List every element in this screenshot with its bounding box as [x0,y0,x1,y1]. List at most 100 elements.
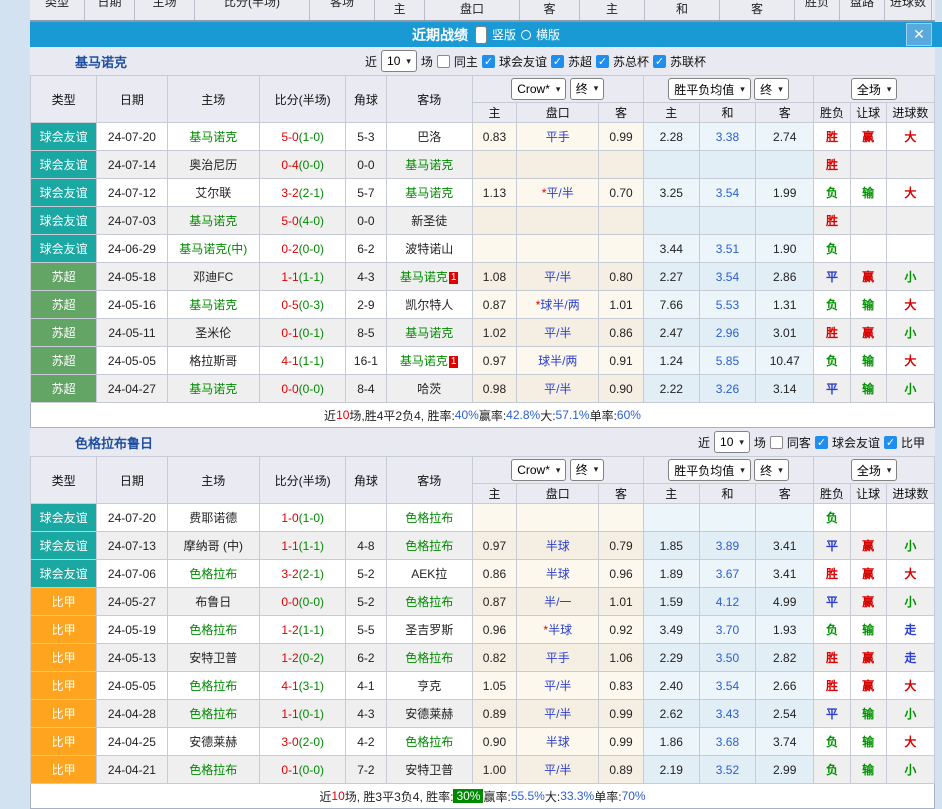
match-type-label: 比甲 [52,595,76,609]
result-value: 胜 [826,326,838,340]
wdl-final-select[interactable]: 终▾ [754,78,789,100]
column-header: 比分(半场) [259,457,345,504]
wdl-final-select[interactable]: 终▾ [754,459,789,481]
handicap-away-odds: 0.91 [609,354,632,368]
match-type-label: 球会友谊 [40,186,88,200]
half-time-score: (4-0) [299,214,324,228]
match-date-cell: 24-04-28 [97,700,167,728]
handicap-away-odds-cell: 0.89 [599,756,643,784]
win-odds-cell: 7.66 [643,291,699,319]
result-value: 胜 [826,130,838,144]
away-team-cell: 基马诺克1 [386,263,472,291]
subcolumn-header-label: 进球数 [892,487,928,501]
corners-cell: 5-7 [346,179,386,207]
corners-cell: 6-2 [346,235,386,263]
half-time-score: (1-1) [299,623,324,637]
match-date: 24-07-12 [108,186,156,200]
handicap-home-odds-cell [472,235,516,263]
win-odds: 2.27 [660,270,683,284]
summary-part: 场,胜4平2负4, 胜率: [349,407,454,424]
odds-final-select[interactable]: 终▾ [570,459,605,481]
subcolumn-header: 客 [756,484,814,504]
odds-company-select[interactable]: Crow*▾ [511,78,566,100]
same-venue-checkbox[interactable] [770,436,783,449]
home-team-name: 色格拉布 [189,567,237,581]
summary-part: 10 [336,408,349,422]
league-filter-label: 球会友谊 [499,53,547,70]
subcolumn-header: 盘口 [517,103,599,123]
horizontal-layout-label[interactable]: 横版 [536,26,560,43]
home-team-name: 基马诺克 [189,298,237,312]
draw-odds-cell: 3.43 [699,700,755,728]
league-filter-checkbox[interactable]: ✓ [884,436,897,449]
corners-value: 8-4 [357,382,374,396]
lose-odds: 3.01 [773,326,796,340]
scope-select[interactable]: 全场▾ [851,459,898,481]
handicap-line: 半球 [546,567,570,581]
close-button[interactable]: ✕ [906,23,932,46]
draw-odds-cell: 3.52 [699,756,755,784]
odds-final-select-value: 终 [576,461,588,478]
summary-part: 60% [617,408,641,422]
draw-odds: 5.53 [716,298,739,312]
red-card-badge: 1 [449,272,459,284]
handicap-line-cell: 半球 [517,532,599,560]
match-row: 球会友谊24-07-20费耶诺德1-0(1-0)色格拉布负 [31,504,935,532]
scope-select[interactable]: 全场▾ [851,78,898,100]
match-date: 24-07-14 [108,158,156,172]
bg-header-label: 类型 [45,0,69,10]
recent-count-select[interactable]: 10▾ [381,50,417,72]
away-team-name: 巴洛 [417,130,441,144]
win-odds: 2.62 [660,707,683,721]
handicap-home-odds: 1.08 [483,270,506,284]
lose-odds: 2.82 [773,651,796,665]
handicap-home-odds-cell: 0.87 [472,291,516,319]
league-filter-checkbox[interactable]: ✓ [596,55,609,68]
corners-value: 5-3 [357,130,374,144]
match-date: 24-07-13 [108,539,156,553]
vertical-layout-label[interactable]: 竖版 [492,26,516,43]
result-cell: 平 [814,588,850,616]
half-time-score: (1-1) [299,270,324,284]
handicap-result-cell: 赢 [850,319,886,347]
league-filter-label: 球会友谊 [832,434,880,451]
wdl-average-select[interactable]: 胜平负均值▾ [668,459,751,481]
handicap-result-cell: 赢 [850,123,886,151]
corners-value: 5-7 [357,186,374,200]
handicap-result-cell: 输 [850,375,886,403]
match-date-cell: 24-07-20 [97,504,167,532]
summary-part: 42.8% [506,408,540,422]
handicap-line: 平手 [546,651,570,665]
result-value: 负 [826,735,838,749]
same-venue-checkbox[interactable] [437,55,450,68]
score-cell: 1-2(1-1) [259,616,345,644]
match-date: 24-04-25 [108,735,156,749]
league-filter-checkbox[interactable]: ✓ [653,55,666,68]
scope-group: 全场▾ [814,457,935,484]
summary-part: 55.5% [511,789,545,803]
odds-final-select[interactable]: 终▾ [570,78,605,100]
lose-odds: 10.47 [770,354,800,368]
league-filter-checkbox[interactable]: ✓ [482,55,495,68]
bg-header-label: 盘路 [850,0,874,10]
recent-count-select[interactable]: 10▾ [714,431,750,453]
match-date-cell: 24-05-13 [97,644,167,672]
wdl-average-select[interactable]: 胜平负均值▾ [668,78,751,100]
horizontal-layout-radio[interactable] [521,30,531,40]
handicap-line: 半球 [548,623,572,637]
odds-company-select[interactable]: Crow*▾ [511,459,566,481]
away-team-cell: AEK拉 [386,560,472,588]
match-type-label: 球会友谊 [40,511,88,525]
draw-odds-cell: 5.53 [699,291,755,319]
away-team-name: 凯尔特人 [405,298,453,312]
column-header-label: 角球 [354,93,378,107]
vertical-layout-radio[interactable] [475,26,487,44]
league-filter-checkbox[interactable]: ✓ [815,436,828,449]
home-team-name: 圣米伦 [195,326,231,340]
handicap-home-odds-cell: 1.00 [472,756,516,784]
summary-part: 70% [622,789,646,803]
league-filter-checkbox[interactable]: ✓ [551,55,564,68]
handicap-home-odds: 0.96 [483,623,506,637]
home-team-name: 基马诺克 [189,130,237,144]
subcolumn-header-label: 客 [615,106,627,120]
